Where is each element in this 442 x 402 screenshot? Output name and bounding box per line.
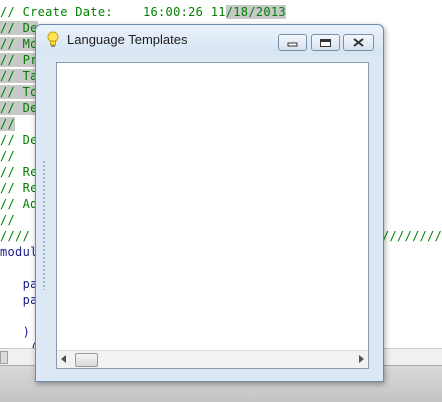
code-line-4: // Pr <box>0 53 38 67</box>
close-icon <box>353 38 364 47</box>
code-line-9: // De <box>0 133 38 147</box>
dialog-title: Language Templates <box>67 32 188 47</box>
code-line-15: //// <box>0 229 31 243</box>
code-line-14: // <box>0 213 16 227</box>
minimize-button[interactable] <box>278 34 307 51</box>
resize-grip[interactable] <box>42 160 46 290</box>
code-line-18: pa <box>0 277 38 291</box>
code-line-6: // To <box>0 85 38 99</box>
minimize-icon <box>287 42 298 47</box>
code-line-7: // De <box>0 101 38 115</box>
code-line-12: // Re <box>0 181 38 195</box>
lightbulb-icon <box>47 31 59 47</box>
scroll-thumb[interactable] <box>75 353 98 367</box>
code-line-13: // Ad <box>0 197 38 211</box>
scroll-left-icon[interactable] <box>61 355 66 363</box>
code-line-8: // <box>0 117 16 131</box>
code-line-5: // Ta <box>0 69 38 83</box>
code-line-3: // Mo <box>0 37 38 51</box>
templates-tree-panel[interactable] <box>56 62 369 369</box>
editor-scroll-thumb[interactable] <box>0 351 8 364</box>
maximize-button[interactable] <box>311 34 340 51</box>
code-line-2: // De <box>0 21 38 35</box>
language-templates-dialog: Language Templates <box>35 24 384 382</box>
maximize-icon <box>320 39 331 47</box>
code-line-19: pa <box>0 293 38 307</box>
code-line-10: // <box>0 149 16 163</box>
scroll-right-icon[interactable] <box>359 355 364 363</box>
dialog-titlebar[interactable]: Language Templates <box>36 25 383 55</box>
code-line-21: ) <box>0 325 31 339</box>
code-line-1: // Create Date: 16:00:26 11/18/2013 <box>0 5 286 19</box>
code-line-16: modul <box>0 245 38 259</box>
code-line-15-tail: ///////// <box>382 229 442 243</box>
close-button[interactable] <box>343 34 374 51</box>
horizontal-scrollbar[interactable] <box>57 350 368 368</box>
code-line-11: // Re <box>0 165 38 179</box>
